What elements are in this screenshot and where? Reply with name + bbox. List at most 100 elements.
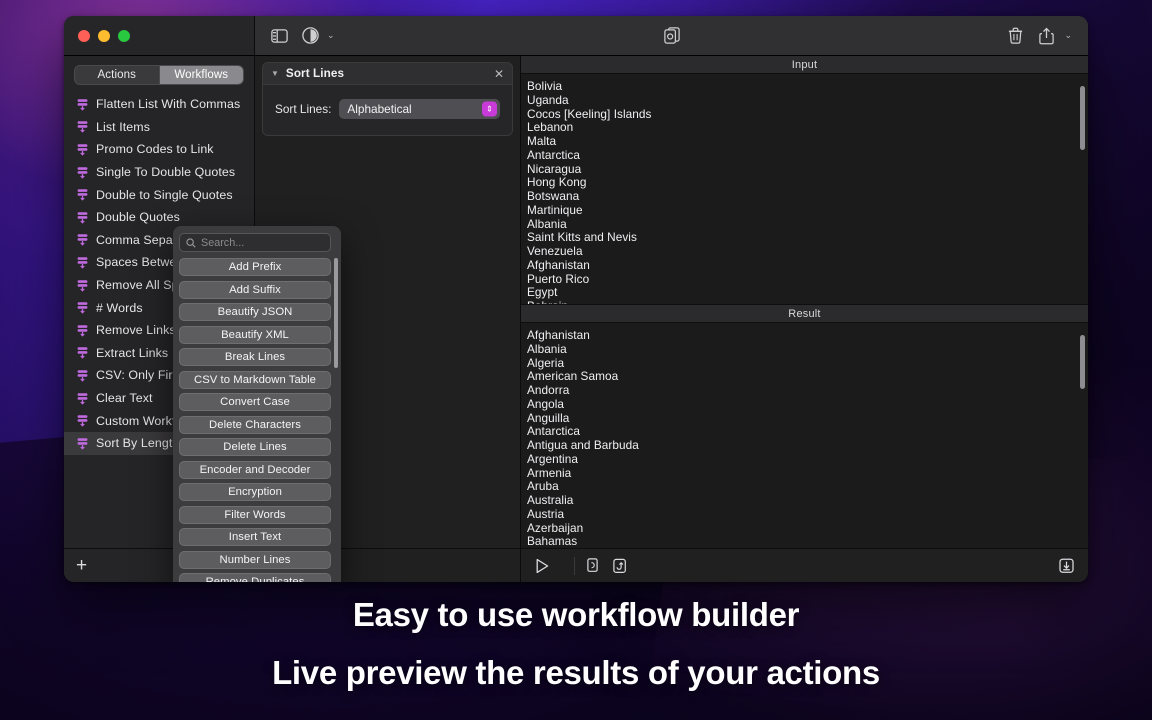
workflow-icon xyxy=(76,98,89,111)
popover-action-item[interactable]: Add Prefix xyxy=(179,258,331,276)
result-line: Andorra xyxy=(527,383,570,397)
popover-action-item[interactable]: Delete Characters xyxy=(179,415,331,434)
close-icon[interactable]: ✕ xyxy=(494,68,504,80)
action-search-placeholder: Search... xyxy=(201,236,245,249)
action-card-header: ▼ Sort Lines ✕ xyxy=(263,63,512,85)
input-line: Puerto Rico xyxy=(527,271,590,286)
workflow-list-item-label: List Items xyxy=(96,119,151,134)
workflow-icon xyxy=(76,188,89,201)
result-scrollbar[interactable] xyxy=(1080,335,1085,389)
sidebar-segmented-wrap: Actions Workflows xyxy=(64,56,254,91)
zoom-window-button[interactable] xyxy=(118,29,130,42)
input-line: Lebanon xyxy=(527,120,574,135)
minimize-window-button[interactable] xyxy=(98,29,110,42)
result-line: Bahamas xyxy=(527,534,578,548)
workflow-icon xyxy=(76,346,89,360)
popover-action-item[interactable]: Delete Lines xyxy=(179,438,331,456)
action-card-body: Sort Lines: Alphabetical ⇕ xyxy=(263,85,512,135)
popover-action-item[interactable]: Beautify XML xyxy=(179,325,331,344)
close-window-button[interactable] xyxy=(78,29,90,42)
result-line: Argentina xyxy=(527,451,578,466)
workflow-list-item[interactable]: Promo Codes to Link xyxy=(64,138,254,161)
workflow-icon xyxy=(76,324,89,337)
popover-action-item[interactable]: Encryption xyxy=(179,483,331,501)
workflow-list-item[interactable]: Double to Single Quotes xyxy=(64,183,254,206)
add-action-popover: Search... Add Prefix Add Suffix Beautify J… xyxy=(173,226,341,582)
promo-caption: Easy to use workflow builder Live previe… xyxy=(0,586,1152,702)
sidebar-toggle-icon[interactable] xyxy=(271,28,288,43)
popover-action-item[interactable]: Encoder and Decoder xyxy=(179,460,331,479)
workflow-icon xyxy=(76,233,89,247)
result-pane: Result Afghanistan Albania Algeria American… xyxy=(521,304,1088,548)
workflow-list-item-label: Single To Double Quotes xyxy=(96,165,236,180)
popover-action-item[interactable]: Number Lines xyxy=(179,550,331,569)
paste-icon[interactable] xyxy=(613,558,627,574)
input-line: Saint Kitts and Nevis xyxy=(527,230,637,245)
popover-action-item[interactable]: Beautify JSON xyxy=(179,303,331,321)
result-line: Azerbaijan xyxy=(527,520,584,535)
window-body: Actions Workflows Flatten List With Comm… xyxy=(64,56,1088,582)
input-line: Bahrain xyxy=(527,299,1088,304)
export-icon[interactable] xyxy=(1059,558,1074,574)
play-icon[interactable] xyxy=(535,558,550,574)
workflow-icon xyxy=(76,392,89,405)
footer-divider xyxy=(574,556,575,575)
popover-action-item[interactable]: Filter Words xyxy=(179,505,331,524)
workflow-list-item-label: # Words xyxy=(96,300,143,315)
action-search-field[interactable]: Search... xyxy=(179,233,331,252)
popover-scrollbar[interactable] xyxy=(334,258,338,368)
input-scrollbar[interactable] xyxy=(1080,86,1085,150)
popover-action-item[interactable]: CSV to Markdown Table xyxy=(179,370,331,389)
preview-footer xyxy=(521,548,1088,582)
workflow-list-item-label: Flatten List With Commas xyxy=(96,97,241,112)
tab-workflows[interactable]: Workflows xyxy=(158,66,243,84)
result-line: Afghanistan xyxy=(527,328,590,342)
workflow-icon xyxy=(76,120,89,134)
workflow-list-item[interactable]: Flatten List With Commas xyxy=(64,93,254,116)
titlebar-right-section: ⌄ ⌄ xyxy=(255,16,1088,55)
workflow-icon xyxy=(76,211,89,224)
sort-lines-select[interactable]: Alphabetical ⇕ xyxy=(339,99,500,119)
workflow-list-item-label: Promo Codes to Link xyxy=(96,142,214,157)
input-line: Afghanistan xyxy=(527,257,590,272)
disclosure-triangle-icon[interactable]: ▼ xyxy=(271,69,279,78)
action-card-title: Sort Lines xyxy=(285,67,345,80)
input-text-area[interactable]: Bolivia Uganda Cocos [Keeling] Islands Leba… xyxy=(521,74,1088,304)
trash-icon[interactable] xyxy=(1008,27,1023,44)
popover-action-item[interactable]: Add Suffix xyxy=(179,280,331,299)
workflow-list-item-label: Remove Links xyxy=(96,323,176,338)
popover-action-item[interactable]: Convert Case xyxy=(179,393,331,411)
add-workflow-button[interactable]: + xyxy=(76,556,87,575)
app-window: ⌄ ⌄ Actions Workflows Flatten List With … xyxy=(64,16,1088,582)
sort-lines-field-label: Sort Lines: xyxy=(275,102,332,116)
duplicate-icon[interactable] xyxy=(663,27,680,44)
input-line: Cocos [Keeling] Islands xyxy=(527,106,652,121)
input-line: Antarctica xyxy=(527,147,580,162)
toolbar-right-group: ⌄ xyxy=(1008,27,1072,45)
workflow-icon xyxy=(76,414,89,427)
workflow-list-item[interactable]: Single To Double Quotes xyxy=(64,161,254,184)
result-line: American Samoa xyxy=(527,369,619,384)
result-line: Angola xyxy=(527,396,565,411)
share-icon[interactable] xyxy=(1039,27,1055,45)
tab-actions[interactable]: Actions xyxy=(75,66,159,84)
appearance-chevron-down-icon[interactable]: ⌄ xyxy=(327,31,335,40)
popover-action-item[interactable]: Break Lines xyxy=(179,348,331,366)
workflow-list-item[interactable]: List Items xyxy=(64,116,254,139)
workflow-list-item-label: Sort By Length xyxy=(96,436,180,451)
input-line: Albania xyxy=(527,216,567,231)
workflow-icon xyxy=(76,437,89,450)
caption-line-2: Live preview the results of your actions xyxy=(272,654,880,691)
sidebar-segmented-control[interactable]: Actions Workflows xyxy=(74,65,244,85)
popover-action-item[interactable]: Insert Text xyxy=(179,528,331,546)
workflow-list-item-label: CSV: Only First xyxy=(96,368,183,383)
toolbar-center-group xyxy=(663,27,680,44)
result-text-area[interactable]: Afghanistan Albania Algeria American Samoa A… xyxy=(521,323,1088,548)
result-line: Antarctica xyxy=(527,424,580,439)
input-line: Egypt xyxy=(527,285,558,300)
appearance-icon[interactable] xyxy=(302,27,319,44)
popover-action-item[interactable]: Remove Duplicates xyxy=(179,573,331,582)
copy-icon[interactable] xyxy=(587,557,601,574)
share-chevron-down-icon[interactable]: ⌄ xyxy=(1064,31,1072,40)
popover-action-list[interactable]: Add Prefix Add Suffix Beautify JSON Beautif… xyxy=(179,258,335,582)
